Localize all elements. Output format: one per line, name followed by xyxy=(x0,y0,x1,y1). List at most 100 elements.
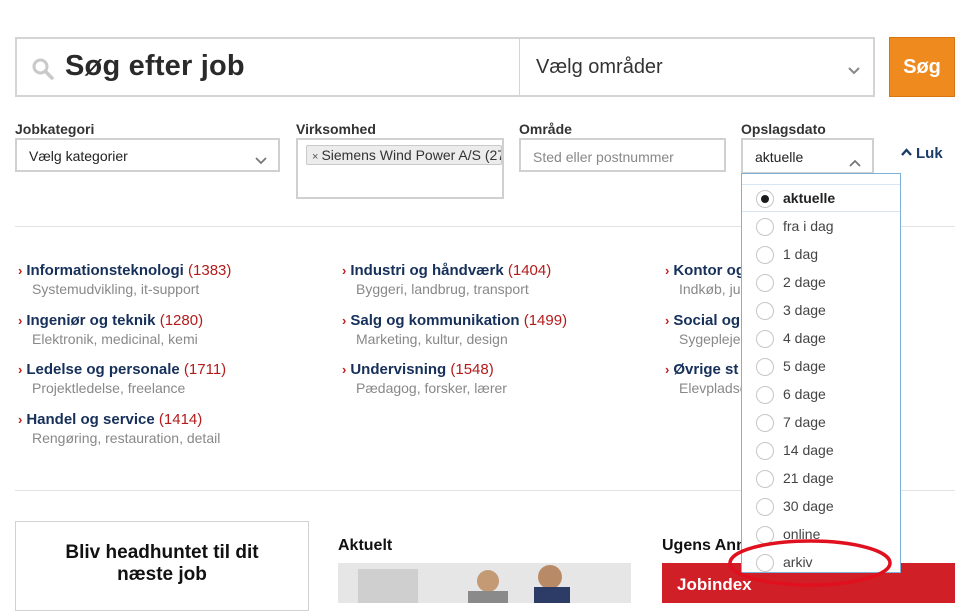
category-count: (1548) xyxy=(450,361,494,378)
date-option-label: aktuelle xyxy=(783,190,836,206)
category-title[interactable]: Øvrige st xyxy=(673,361,738,378)
jobkategori-select[interactable]: Vælg kategorier xyxy=(15,138,280,172)
area-select[interactable]: Vælg områder xyxy=(519,37,875,97)
category-title[interactable]: Salg og kommunikation xyxy=(350,312,519,329)
radio-selected-icon[interactable] xyxy=(756,190,774,208)
date-option[interactable]: arkiv xyxy=(742,549,900,572)
date-option-label: 30 dage xyxy=(783,498,834,514)
search-input[interactable]: Søg efter job xyxy=(15,37,520,97)
chevron-right-icon: › xyxy=(665,362,670,377)
date-option[interactable]: 30 dage xyxy=(742,493,900,521)
category-subtitle: Projektledelse, freelance xyxy=(32,380,186,396)
remove-tag-icon[interactable]: × xyxy=(312,151,318,163)
area-select-label: Vælg områder xyxy=(536,56,663,78)
close-filters-link[interactable]: Luk xyxy=(901,145,943,162)
date-option[interactable]: 7 dage xyxy=(742,409,900,437)
date-option-label: 2 dage xyxy=(783,274,826,290)
category-count: (1280) xyxy=(159,312,204,329)
category-item[interactable]: › Ledelse og personale (1711) Projektlede… xyxy=(18,361,226,396)
radio-icon[interactable] xyxy=(756,386,774,404)
category-title[interactable]: Social og xyxy=(673,312,740,329)
date-option-label: fra i dag xyxy=(783,218,834,234)
chevron-right-icon: › xyxy=(342,313,347,328)
aktuelt-image[interactable] xyxy=(338,563,631,603)
radio-icon[interactable] xyxy=(756,414,774,432)
date-option[interactable]: 14 dage xyxy=(742,437,900,465)
headhunt-text: Bliv headhuntet til dit næste job xyxy=(65,542,259,585)
category-title[interactable]: Ledelse og personale xyxy=(26,361,179,378)
opslagsdato-label: Opslagsdato xyxy=(741,121,826,137)
omrade-field[interactable]: Sted eller postnummer xyxy=(519,138,726,172)
date-option-label: 21 dage xyxy=(783,470,834,486)
category-item[interactable]: › Informationsteknologi (1383) Systemudvi… xyxy=(18,262,231,297)
jobkategori-value: Vælg kategorier xyxy=(29,148,128,164)
category-item[interactable]: › Ingeniør og teknik (1280) Elektronik, m… xyxy=(18,312,203,347)
headhunt-box[interactable]: Bliv headhuntet til dit næste job xyxy=(15,521,309,611)
search-button[interactable]: Søg xyxy=(889,37,955,97)
date-option[interactable]: 2 dage xyxy=(742,269,900,297)
ugens-title: Ugens Ann xyxy=(662,537,746,554)
date-option[interactable]: 21 dage xyxy=(742,465,900,493)
category-subtitle: Marketing, kultur, design xyxy=(356,331,508,347)
date-option[interactable]: 3 dage xyxy=(742,297,900,325)
category-title[interactable]: Ingeniør og teknik xyxy=(26,312,155,329)
virksomhed-input[interactable]: × Siemens Wind Power A/S (27 xyxy=(296,138,504,199)
aktuelt-title: Aktuelt xyxy=(338,537,393,554)
date-option-label: 6 dage xyxy=(783,386,826,402)
radio-icon[interactable] xyxy=(756,498,774,516)
category-item[interactable]: › Kontor og Indkøb, jur xyxy=(665,262,745,297)
radio-icon[interactable] xyxy=(756,218,774,236)
category-subtitle: Sygeplejer xyxy=(679,331,746,347)
opslagsdato-dropdown[interactable]: aktuelle fra i dag 1 dag 2 dage 3 dage 4… xyxy=(741,173,901,573)
category-title[interactable]: Kontor og xyxy=(673,262,745,279)
radio-icon[interactable] xyxy=(756,442,774,460)
chevron-up-icon xyxy=(849,154,861,172)
radio-icon[interactable] xyxy=(756,470,774,488)
category-subtitle: Elektronik, medicinal, kemi xyxy=(32,331,198,347)
category-item[interactable]: › Industri og håndværk (1404) Byggeri, la… xyxy=(342,262,551,297)
date-option-label: 5 dage xyxy=(783,358,826,374)
date-option-label: 7 dage xyxy=(783,414,826,430)
category-title[interactable]: Industri og håndværk xyxy=(350,262,503,279)
radio-icon[interactable] xyxy=(756,302,774,320)
category-subtitle: Indkøb, jur xyxy=(679,281,746,297)
category-item[interactable]: › Salg og kommunikation (1499) Marketing,… xyxy=(342,312,567,347)
date-option[interactable]: fra i dag xyxy=(742,213,900,241)
radio-icon[interactable] xyxy=(756,526,774,544)
chevron-right-icon: › xyxy=(665,263,670,278)
omrade-label: Område xyxy=(519,121,572,137)
category-item[interactable]: › Social og Sygeplejer xyxy=(665,312,745,347)
date-option[interactable]: 5 dage xyxy=(742,353,900,381)
search-query-text: Søg efter job xyxy=(65,50,245,82)
category-title[interactable]: Handel og service xyxy=(26,411,154,428)
category-title[interactable]: Informationsteknologi xyxy=(26,262,184,279)
date-option[interactable]: 6 dage xyxy=(742,381,900,409)
radio-icon[interactable] xyxy=(756,358,774,376)
category-count: (1499) xyxy=(523,312,568,329)
category-subtitle: Byggeri, landbrug, transport xyxy=(356,281,529,297)
date-option[interactable]: online xyxy=(742,521,900,549)
category-subtitle: Elevpladse xyxy=(679,380,748,396)
date-option-label: arkiv xyxy=(783,554,813,570)
chevron-right-icon: › xyxy=(342,263,347,278)
category-item[interactable]: › Undervisning (1548) Pædagog, forsker, l… xyxy=(342,361,507,396)
radio-icon[interactable] xyxy=(756,246,774,264)
radio-icon[interactable] xyxy=(756,554,774,572)
opslagsdato-value: aktuelle xyxy=(755,149,804,165)
date-option[interactable]: aktuelle xyxy=(742,184,900,212)
category-subtitle: Rengøring, restauration, detail xyxy=(32,430,221,446)
chevron-right-icon: › xyxy=(18,412,23,427)
chevron-right-icon: › xyxy=(665,313,670,328)
date-option[interactable]: 4 dage xyxy=(742,325,900,353)
opslagsdato-select[interactable]: aktuelle xyxy=(741,138,874,174)
date-option[interactable]: 1 dag xyxy=(742,241,900,269)
radio-icon[interactable] xyxy=(756,274,774,292)
chevron-up-icon xyxy=(901,145,916,162)
category-item[interactable]: › Handel og service (1414) Rengøring, res… xyxy=(18,411,220,446)
company-tag[interactable]: × Siemens Wind Power A/S (27 xyxy=(306,145,502,165)
date-option-label: 14 dage xyxy=(783,442,834,458)
category-item[interactable]: › Øvrige st Elevpladse xyxy=(665,361,748,396)
chevron-right-icon: › xyxy=(18,263,23,278)
radio-icon[interactable] xyxy=(756,330,774,348)
category-title[interactable]: Undervisning xyxy=(350,361,446,378)
